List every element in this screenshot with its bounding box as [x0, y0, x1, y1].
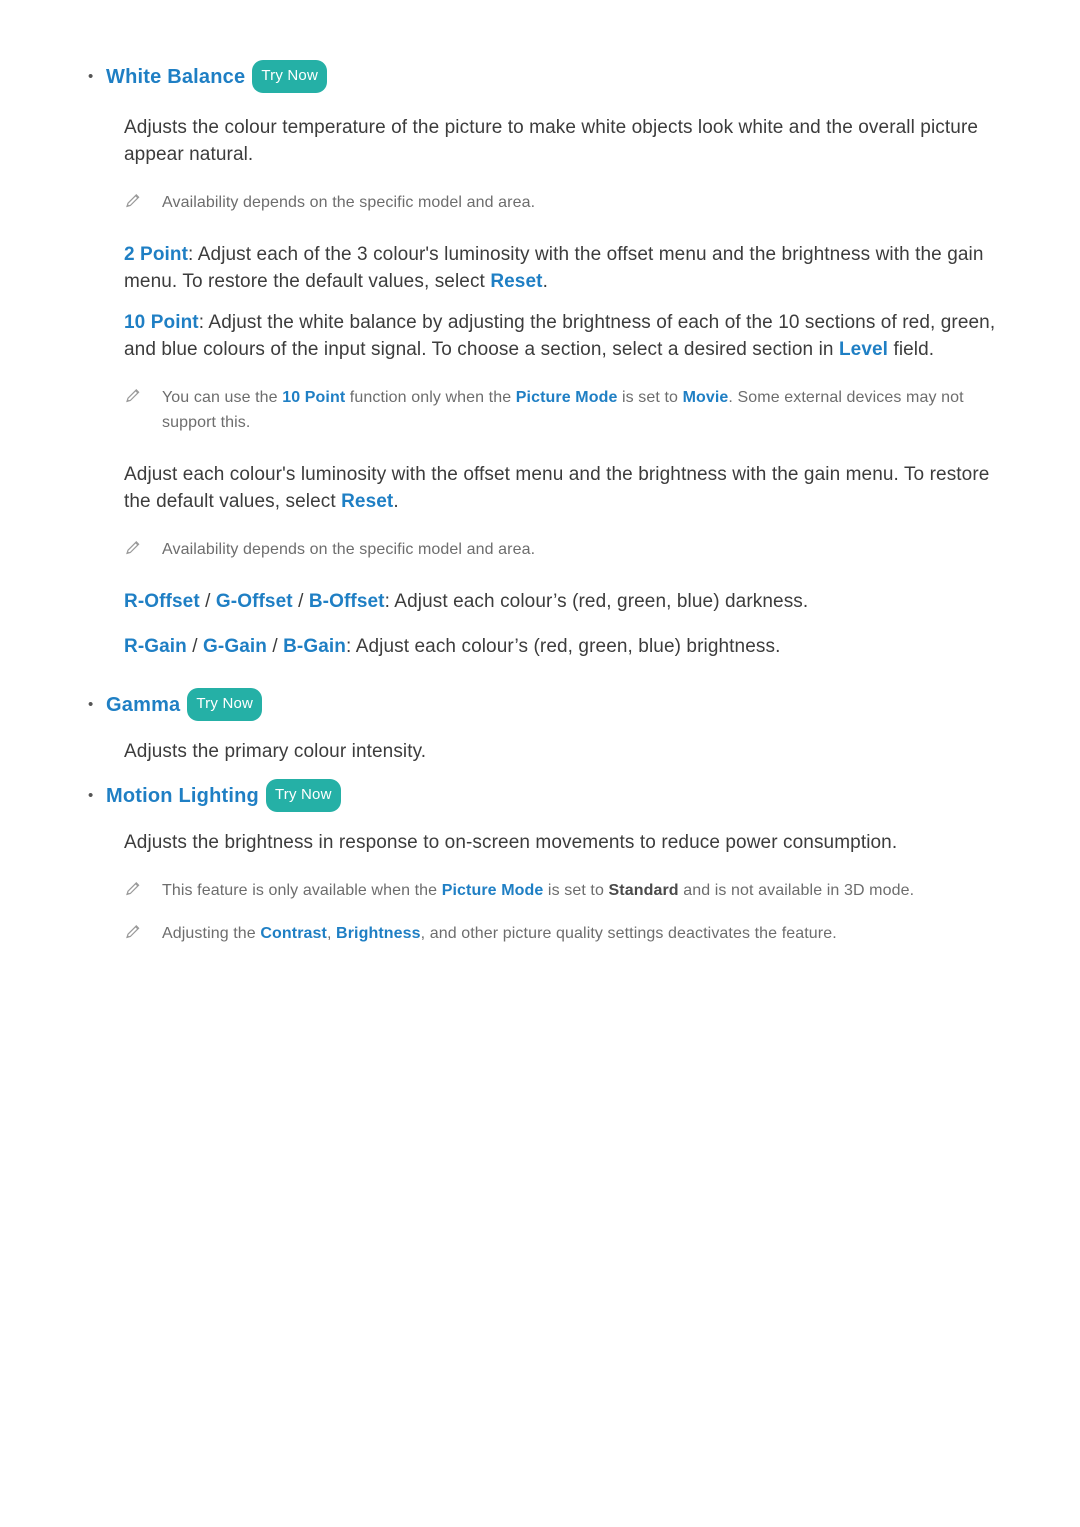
paragraph-two-point: 2 Point: Adjust each of the 3 colour's l…: [124, 241, 998, 295]
note-label-picture-mode: Picture Mode: [441, 882, 544, 899]
label-g-gain: G-Gain: [203, 636, 267, 657]
try-now-badge[interactable]: Try Now: [252, 60, 327, 93]
note-white-balance-availability: Availability depends on the specific mod…: [124, 190, 1002, 215]
heading-text-white-balance: White Balance Try Now: [106, 60, 327, 96]
paragraph-ten-point: 10 Point: Adjust the white balance by ad…: [124, 309, 998, 363]
note-motion-lighting-availability: This feature is only available when the …: [124, 878, 1002, 903]
two-point-text: : Adjust each of the 3 colour's luminosi…: [124, 244, 984, 292]
bullet-icon: •: [88, 787, 94, 804]
label-b-gain: B-Gain: [283, 636, 346, 657]
bullet-icon: •: [88, 696, 94, 713]
pencil-note-icon: [124, 537, 162, 562]
note-text: This feature is only available when the …: [162, 882, 915, 899]
bullet-icon: •: [88, 68, 94, 85]
heading-text-gamma: Gamma Try Now: [106, 688, 263, 724]
paragraph-white-balance-body: Adjusts the colour temperature of the pi…: [124, 117, 979, 165]
paragraph-offsets: R-Offset / G-Offset / B-Offset: Adjust e…: [124, 591, 809, 612]
note-label-standard: Standard: [608, 882, 679, 899]
pencil-note-icon: [124, 190, 162, 215]
label-b-offset: B-Offset: [308, 591, 385, 612]
note-ten-point-usage: You can use the 10 Point function only w…: [124, 385, 1002, 435]
paragraph-adjust-offset-gain: Adjust each colour's luminosity with the…: [124, 464, 990, 512]
note-text: Availability depends on the specific mod…: [162, 194, 536, 211]
note-label-picture-mode: Picture Mode: [515, 389, 618, 406]
label-reset: Reset: [490, 271, 543, 292]
try-now-badge[interactable]: Try Now: [187, 688, 263, 721]
pencil-note-icon: [124, 878, 162, 903]
document-page: • White Balance Try Now Adjusts the colou…: [0, 0, 1080, 1527]
section-heading-gamma: • Gamma Try Now: [88, 688, 1080, 724]
label-r-offset: R-Offset: [124, 591, 200, 612]
section-heading-motion-lighting: • Motion Lighting Try Now: [88, 779, 1080, 815]
note-label-ten-point: 10 Point: [282, 389, 346, 406]
note-text: Availability depends on the specific mod…: [162, 541, 536, 558]
pencil-note-icon: [124, 385, 162, 410]
note-availability-2: Availability depends on the specific mod…: [124, 537, 1002, 562]
note-label-movie: Movie: [682, 389, 729, 406]
label-r-gain: R-Gain: [124, 636, 187, 657]
note-label-brightness: Brightness: [336, 925, 421, 942]
label-two-point: 2 Point: [124, 244, 189, 265]
try-now-badge[interactable]: Try Now: [265, 779, 341, 812]
label-level: Level: [838, 339, 889, 360]
note-text: Adjusting the Contrast, Brightness, and …: [162, 925, 837, 942]
pencil-note-icon: [124, 921, 162, 946]
note-text: You can use the 10 Point function only w…: [162, 389, 964, 431]
section-heading-white-balance: • White Balance Try Now: [88, 60, 1080, 96]
note-label-contrast: Contrast: [260, 925, 327, 942]
label-ten-point: 10 Point: [124, 312, 199, 333]
note-motion-lighting-deactivation: Adjusting the Contrast, Brightness, and …: [124, 921, 1002, 946]
paragraph-motion-lighting-body: Adjusts the brightness in response to on…: [124, 832, 898, 853]
label-g-offset: G-Offset: [215, 591, 293, 612]
heading-text-motion-lighting: Motion Lighting Try Now: [106, 779, 341, 815]
ten-point-end: field.: [888, 339, 935, 360]
label-reset-2: Reset: [341, 491, 394, 512]
paragraph-gamma-body: Adjusts the primary colour intensity.: [124, 741, 427, 762]
two-point-end: .: [542, 271, 548, 292]
paragraph-gains: R-Gain / G-Gain / B-Gain: Adjust each co…: [124, 636, 781, 657]
